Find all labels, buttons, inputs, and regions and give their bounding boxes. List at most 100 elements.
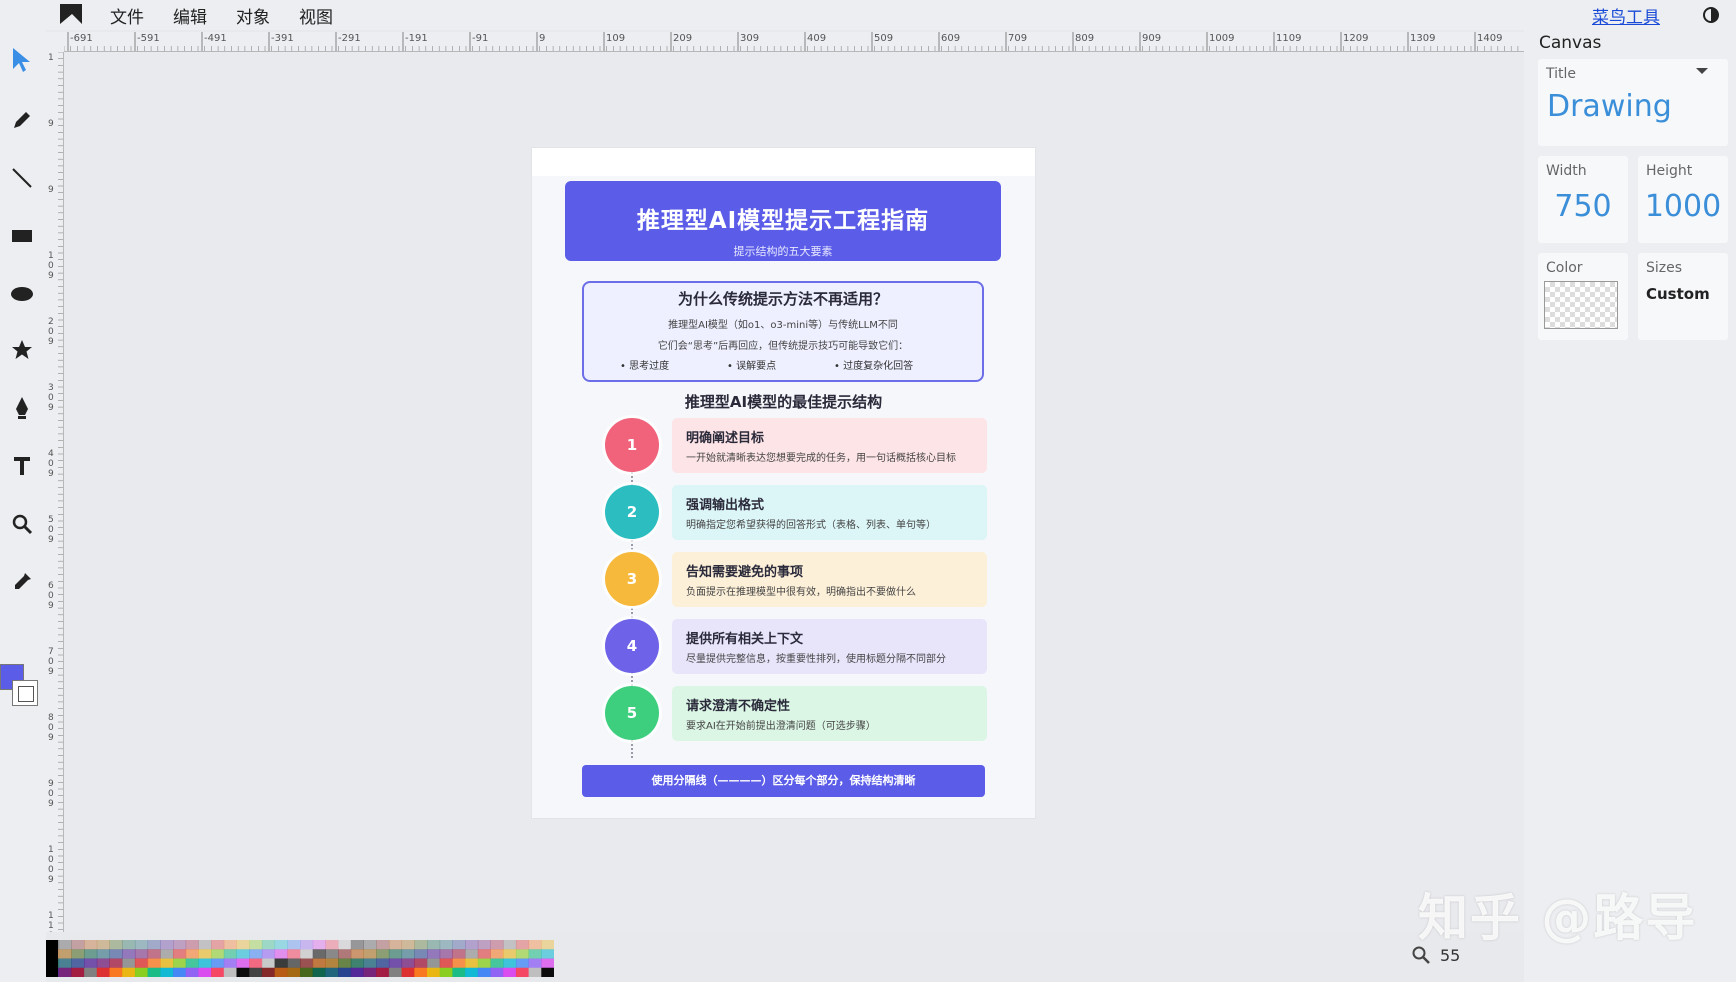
palette-swatch[interactable] [465,949,479,959]
palette-swatch[interactable] [198,940,212,950]
palette-swatch[interactable] [249,958,263,969]
palette-swatch[interactable] [452,967,466,978]
palette-swatch[interactable] [439,958,453,969]
palette-swatch[interactable] [223,958,237,969]
palette-swatch[interactable] [109,940,123,950]
palette-swatch[interactable] [541,958,555,969]
palette-swatch[interactable] [96,958,110,969]
palette-swatch[interactable] [541,967,555,978]
palette-swatch[interactable] [109,949,123,959]
palette-swatch[interactable] [401,940,415,950]
palette-swatch[interactable] [84,940,98,950]
palette-swatch[interactable] [515,949,530,959]
palette-swatch[interactable] [261,958,276,969]
palette-swatch[interactable] [96,940,110,950]
palette-swatch[interactable] [287,940,301,950]
palette-swatch[interactable] [401,958,415,969]
palette-swatch[interactable] [122,967,136,978]
palette-swatch[interactable] [312,967,326,978]
palette-swatch[interactable] [401,949,415,959]
palette-swatch[interactable] [71,967,85,978]
menu-edit[interactable]: 编辑 [173,3,207,28]
palette-swatch[interactable] [350,967,364,978]
palette-swatch[interactable] [147,949,161,959]
width-field[interactable]: Width 750 [1538,156,1628,243]
palette-swatch[interactable] [376,958,390,969]
palette-swatch[interactable] [325,949,339,959]
palette-swatch[interactable] [211,940,225,950]
palette-swatch[interactable] [363,967,377,978]
pen-tool-icon[interactable] [6,392,38,424]
palette-swatch[interactable] [236,967,250,978]
palette-swatch[interactable] [376,940,390,950]
palette-swatch[interactable] [515,940,530,950]
palette-swatch[interactable] [350,949,364,959]
zoom-tool-icon[interactable] [6,508,38,540]
palette-swatch[interactable] [503,949,517,959]
palette-swatch[interactable] [223,940,237,950]
palette-swatch[interactable] [287,958,301,969]
height-input[interactable]: 1000 [1638,189,1728,224]
palette-swatch[interactable] [287,967,301,978]
chevron-down-icon[interactable] [1696,68,1708,74]
palette-swatch[interactable] [439,949,453,959]
palette-swatch[interactable] [363,949,377,959]
palette-swatch[interactable] [160,940,174,950]
palette-swatch[interactable] [477,940,491,950]
palette-swatch[interactable] [427,949,441,959]
palette-swatch[interactable] [134,949,149,959]
step-card[interactable]: 强调输出格式 明确指定您希望获得的回答形式（表格、列表、单句等） [672,485,987,540]
palette-swatch[interactable] [71,940,85,950]
palette-swatch[interactable] [185,940,199,950]
palette-swatch[interactable] [515,967,530,978]
sizes-select[interactable]: Custom [1646,285,1710,303]
palette-swatch[interactable] [388,949,403,959]
palette-swatch[interactable] [439,940,453,950]
palette-swatch[interactable] [134,940,149,950]
palette-swatch[interactable] [71,949,85,959]
palette-swatch[interactable] [515,958,530,969]
palette-swatch[interactable] [274,967,288,978]
color-palette[interactable] [46,940,555,978]
palette-swatch[interactable] [223,967,237,978]
palette-swatch[interactable] [376,967,390,978]
palette-swatch[interactable] [274,940,288,950]
eyedropper-tool-icon[interactable] [6,566,38,598]
palette-swatch[interactable] [147,940,161,950]
palette-swatch[interactable] [427,940,441,950]
line-tool-icon[interactable] [6,162,38,194]
palette-swatch[interactable] [58,940,72,950]
palette-swatch[interactable] [211,967,225,978]
palette-swatch[interactable] [338,940,352,950]
palette-swatch[interactable] [249,949,263,959]
palette-swatch[interactable] [477,958,491,969]
palette-swatch[interactable] [147,958,161,969]
select-tool-icon[interactable] [6,44,38,76]
palette-swatch[interactable] [84,949,98,959]
palette-swatch[interactable] [465,958,479,969]
palette-swatch[interactable] [160,958,174,969]
pencil-tool-icon[interactable] [6,104,38,136]
stroke-color-swatch[interactable] [12,680,38,706]
palette-swatch[interactable] [490,940,504,950]
palette-swatch[interactable] [490,967,504,978]
width-input[interactable]: 750 [1538,189,1628,224]
palette-swatch[interactable] [338,958,352,969]
palette-swatch[interactable] [223,949,237,959]
text-tool-icon[interactable] [6,450,38,482]
palette-swatch[interactable] [261,940,276,950]
sizes-field[interactable]: Sizes Custom [1638,253,1728,340]
palette-swatch[interactable] [376,949,390,959]
palette-swatch[interactable] [363,940,377,950]
palette-swatch[interactable] [350,940,364,950]
step-card[interactable]: 告知需要避免的事项 负面提示在推理模型中很有效，明确指出不要做什么 [672,552,987,607]
brand-link[interactable]: 菜鸟工具 [1592,3,1660,28]
palette-swatch[interactable] [147,967,161,978]
canvas-color-swatch[interactable] [1544,281,1618,329]
poster-title-banner[interactable]: 推理型AI模型提示工程指南 提示结构的五大要素 [565,181,1001,261]
step-card[interactable]: 请求澄清不确定性 要求AI在开始前提出澄清问题（可选步骤） [672,686,987,741]
palette-swatch[interactable] [58,958,72,969]
horizontal-ruler[interactable]: -691 -591 -491 -391 -291 -191 -91 9 109 209 309 409… [64,32,1524,52]
palette-swatch[interactable] [198,958,212,969]
why-box[interactable]: 为什么传统提示方法不再适用？ 推理型AI模型（如o1、o3-mini等）与传统L… [582,281,984,382]
